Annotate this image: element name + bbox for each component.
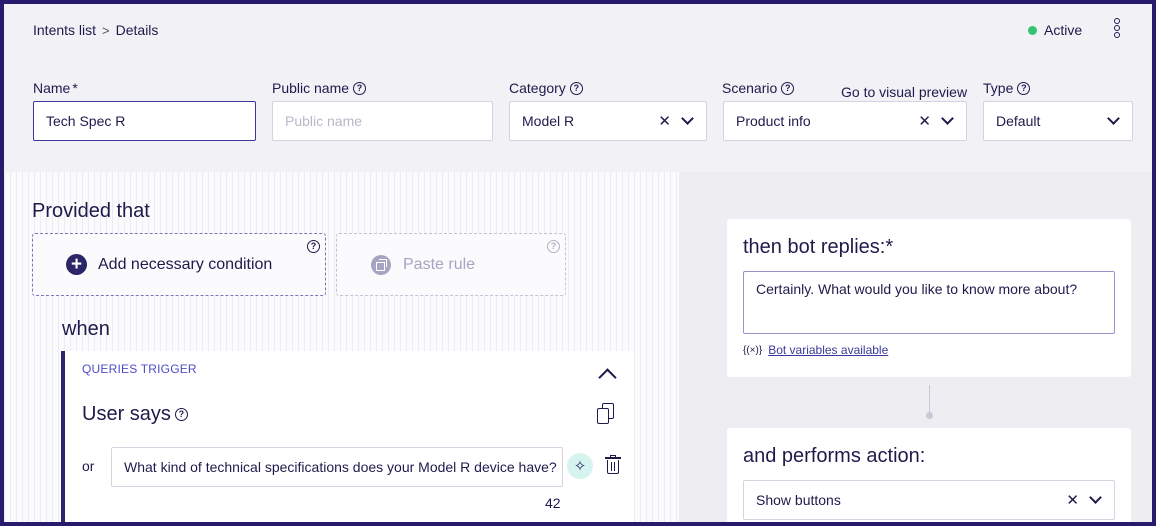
status-dot-icon [1028, 25, 1037, 35]
scenario-select[interactable]: Product info ✕ [723, 101, 967, 141]
name-label: Name * [33, 80, 78, 96]
queries-trigger-card: QUERIES TRIGGER User says ? or What kind… [61, 351, 634, 522]
more-options-icon[interactable] [1111, 18, 1123, 42]
user-says-heading: User says ? [82, 403, 188, 426]
plus-icon: + [66, 254, 87, 275]
provided-that-heading: Provided that [32, 200, 150, 222]
help-icon[interactable]: ? [547, 240, 560, 253]
reply-textarea[interactable]: Certainly. What would you like to know m… [743, 271, 1115, 334]
chevron-down-icon[interactable] [1107, 112, 1120, 125]
name-label-text: Name [33, 80, 71, 96]
copy-icon[interactable] [597, 403, 615, 425]
flow-connector-dot [926, 412, 933, 419]
bot-variables-link[interactable]: Bot variables available [768, 343, 888, 357]
chevron-down-icon[interactable] [681, 112, 694, 125]
public-name-label-text: Public name [272, 80, 350, 96]
chevron-down-icon[interactable] [941, 112, 954, 125]
breadcrumb-intents-list[interactable]: Intents list [33, 22, 96, 38]
type-value: Default [996, 113, 1041, 129]
required-mark: * [72, 80, 78, 96]
action-select[interactable]: Show buttons ✕ [743, 480, 1115, 520]
category-label-text: Category [509, 80, 566, 96]
user-says-text: User says [82, 403, 171, 425]
public-name-placeholder: Public name [285, 113, 363, 129]
help-icon[interactable]: ? [353, 81, 367, 95]
performs-action-heading: and performs action: [743, 445, 926, 467]
help-icon[interactable]: ? [781, 81, 795, 95]
add-condition-button[interactable]: + Add necessary condition ? [32, 233, 326, 296]
status-label: Active [1044, 22, 1083, 38]
scenario-value: Product info [736, 113, 811, 129]
category-value: Model R [522, 113, 575, 129]
chevron-up-icon[interactable] [598, 368, 617, 387]
public-name-label: Public name ? [272, 80, 367, 96]
name-input-value: Tech Spec R [46, 113, 126, 129]
bot-replies-heading: then bot replies:* [743, 236, 894, 258]
or-label: or [82, 458, 95, 474]
clear-icon[interactable]: ✕ [918, 112, 931, 130]
clear-icon[interactable]: ✕ [1066, 491, 1079, 509]
trash-icon[interactable] [605, 455, 621, 475]
visual-preview-link[interactable]: Go to visual preview [841, 84, 967, 100]
type-label-text: Type [983, 80, 1014, 96]
scenario-label: Scenario ? [722, 80, 795, 96]
help-icon[interactable]: ? [174, 408, 188, 421]
help-icon[interactable]: ? [1017, 81, 1031, 95]
trigger-tag: QUERIES TRIGGER [82, 362, 197, 376]
status-badge: Active [1028, 22, 1082, 38]
breadcrumb: Intents list > Details [33, 22, 158, 38]
paste-rule-button[interactable]: Paste rule ? [336, 233, 566, 296]
type-select[interactable]: Default [983, 101, 1133, 141]
app-frame: Intents list > Details Active Name * Tec… [4, 4, 1152, 522]
scenario-label-text: Scenario [722, 80, 778, 96]
action-value: Show buttons [756, 492, 841, 508]
public-name-input[interactable]: Public name [272, 101, 493, 141]
when-heading: when [62, 318, 110, 340]
paste-rule-label: Paste rule [403, 255, 476, 273]
query-input[interactable]: What kind of technical specifications do… [111, 447, 563, 487]
category-select[interactable]: Model R ✕ [509, 101, 707, 141]
flow-connector [929, 385, 930, 413]
ai-sparkle-icon[interactable]: ✧ [567, 453, 593, 479]
help-icon[interactable]: ? [569, 81, 583, 95]
char-count: 42 [545, 495, 561, 511]
help-icon[interactable]: ? [307, 240, 320, 253]
bot-variables-row: {(×)} Bot variables available [743, 343, 888, 357]
intent-header: Intents list > Details Active Name * Tec… [4, 4, 1152, 172]
variable-icon: {(×)} [743, 344, 763, 356]
category-label: Category ? [509, 80, 583, 96]
name-input[interactable]: Tech Spec R [33, 101, 256, 141]
type-label: Type ? [983, 80, 1031, 96]
performs-action-card: and performs action: Show buttons ✕ [727, 428, 1131, 522]
add-condition-label: Add necessary condition [98, 255, 273, 273]
clear-icon[interactable]: ✕ [658, 112, 671, 130]
bot-replies-card: then bot replies:* Certainly. What would… [727, 219, 1131, 377]
chevron-down-icon[interactable] [1089, 491, 1102, 504]
breadcrumb-separator: > [102, 22, 110, 38]
paste-icon [371, 254, 391, 275]
breadcrumb-current: Details [115, 22, 159, 38]
